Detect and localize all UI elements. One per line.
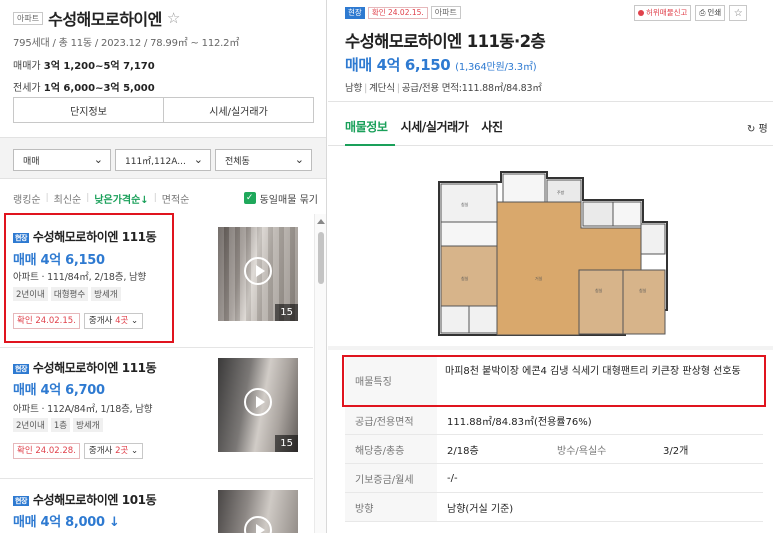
- trade-type-select[interactable]: 매매 ⌄: [13, 149, 111, 171]
- list-item[interactable]: 현장 수성해모로하이엔 101동 매매 4억 8,000 ↓: [0, 479, 313, 533]
- complex-header: 아파트 수성해모로하이엔 ☆ 795세대 / 총 11동 / 2023.12 /…: [13, 6, 318, 94]
- complex-name: 수성해모로하이엔: [48, 10, 162, 29]
- chevron-down-icon: ⌄: [93, 153, 103, 166]
- group-same-listing-toggle[interactable]: ✓ 동일매물 묶기: [243, 191, 318, 206]
- photo-count: 15: [275, 304, 298, 321]
- detail-tabs: 매물정보 시세/실거래가 사진: [345, 118, 503, 135]
- listing-thumbnail[interactable]: 15: [218, 358, 298, 452]
- property-type-tag: 아파트: [430, 6, 461, 19]
- complex-tab-buttons: 단지정보 시세/실거래가: [13, 97, 314, 123]
- tab-listing-info[interactable]: 매물정보: [345, 118, 388, 135]
- play-icon[interactable]: [244, 257, 272, 285]
- tab-market-price[interactable]: 시세/실거래가: [401, 118, 469, 135]
- listing-thumbnail[interactable]: [218, 490, 298, 533]
- scroll-thumb[interactable]: [318, 232, 324, 284]
- scroll-up-icon[interactable]: [317, 219, 325, 224]
- listing-price: 매매 4억 6,700: [13, 383, 105, 398]
- svg-text:침실: 침실: [595, 287, 603, 293]
- complex-summary: 795세대 / 총 11동 / 2023.12 / 78.99㎡ ~ 112.2…: [13, 38, 240, 49]
- svg-text:침실: 침실: [461, 201, 469, 207]
- sort-area[interactable]: 면적순: [162, 191, 190, 206]
- price-down-arrow-icon: ↓: [109, 515, 120, 530]
- highlight-box: [342, 355, 766, 407]
- area-select[interactable]: 111㎡,112A... ⌄: [115, 149, 211, 171]
- svg-text:주방: 주방: [557, 189, 565, 195]
- detail-price: 매매 4억 6,150 (1,364만원/3.3㎡): [345, 56, 537, 74]
- onsite-badge: 현장: [345, 6, 365, 19]
- detail-panel: 현장 확인 24.02.15. 아파트 허위매물신고 ⎙ 인쇄 ☆ 수성해모로하이…: [328, 0, 773, 533]
- listing-title: 수성해모로하이엔 101동: [32, 493, 157, 507]
- chevron-down-icon: ⌄: [294, 153, 304, 166]
- table-row: 공급/전용면적 111.88㎡/84.83㎡(전용률76%): [345, 406, 763, 435]
- complex-info-button[interactable]: 단지정보: [14, 98, 163, 122]
- jeonse-price-range: 전세가 1억 6,000~3억 5,000: [13, 83, 155, 94]
- listing-title: 수성해모로하이엔 111동: [32, 361, 157, 375]
- report-fake-listing-button[interactable]: 허위매물신고: [634, 5, 692, 21]
- table-row: 방향 남향(거실 기준): [345, 493, 763, 522]
- list-item[interactable]: 현장 수성해모로하이엔 111동 매매 4억 6,700 아파트 · 112A/…: [0, 348, 313, 478]
- svg-text:침실: 침실: [639, 287, 647, 293]
- listing-tags: 2년이내 1층 방세개: [13, 418, 103, 432]
- agent-count-dropdown[interactable]: 중개사 2곳 ⌄: [83, 443, 144, 459]
- market-price-button[interactable]: 시세/실거래가: [163, 98, 313, 122]
- tab-photos[interactable]: 사진: [481, 118, 503, 135]
- floor-plan-image[interactable]: 침실 침실 거실 주방 침실 침실: [435, 170, 675, 340]
- filter-bar: 매매 ⌄ 111㎡,112A... ⌄ 전체동 ⌄: [0, 137, 326, 179]
- confirm-date-badge: 확인 24.02.28.: [13, 443, 80, 459]
- list-scrollbar[interactable]: [314, 214, 326, 533]
- sort-latest[interactable]: 최신순: [54, 191, 82, 206]
- play-icon[interactable]: [244, 516, 272, 533]
- play-icon[interactable]: [244, 388, 272, 416]
- complex-type-tag: 아파트: [13, 11, 44, 25]
- print-button[interactable]: ⎙ 인쇄: [695, 5, 726, 21]
- sale-price-range: 매매가 3억 1,200~5억 7,170: [13, 61, 155, 72]
- printer-icon: ⎙: [699, 8, 706, 17]
- listing-panel: 아파트 수성해모로하이엔 ☆ 795세대 / 총 11동 / 2023.12 /…: [0, 0, 327, 533]
- app-root: 아파트 수성해모로하이엔 ☆ 795세대 / 총 11동 / 2023.12 /…: [0, 0, 773, 533]
- detail-meta: 남향 | 계단식 | 공급/전용 면적:111.88㎡/84.83㎡: [345, 83, 542, 94]
- sort-low-price[interactable]: 낮은가격순↓: [94, 191, 148, 206]
- active-tab-indicator: [345, 144, 395, 146]
- listing-thumbnail[interactable]: 15: [218, 227, 298, 321]
- listing-price: 매매 4억 8,000 ↓: [13, 515, 120, 530]
- onsite-badge: 현장: [13, 495, 30, 506]
- svg-text:침실: 침실: [461, 275, 469, 281]
- photo-count: 15: [275, 435, 298, 452]
- detail-title: 수성해모로하이엔 111동·2층: [345, 32, 546, 51]
- table-row: 해당층/총층 2/18층 방수/욕실수 3/2개: [345, 435, 763, 464]
- checkbox-checked-icon: ✓: [243, 192, 256, 204]
- refresh-button[interactable]: ↻ 평: [747, 120, 768, 135]
- chevron-down-icon: ⌄: [193, 153, 203, 166]
- sort-ranking[interactable]: 랭킹순: [13, 191, 41, 206]
- sort-bar: 랭킹순 | 최신순 | 낮은가격순↓ | 면적순 ✓ 동일매물 묶기: [13, 190, 318, 206]
- svg-text:거실: 거실: [535, 275, 543, 281]
- listing-info: 아파트 · 112A/84㎡, 1/18층, 남향: [13, 404, 153, 415]
- onsite-badge: 현장: [13, 363, 30, 374]
- favorite-star-icon[interactable]: ☆: [167, 9, 180, 27]
- siren-icon: [638, 10, 644, 16]
- confirm-date-badge: 확인 24.02.15.: [367, 6, 428, 19]
- table-row: 기보증금/월세 -/-: [345, 464, 763, 493]
- highlight-box: [4, 213, 174, 343]
- dong-select[interactable]: 전체동 ⌄: [215, 149, 312, 171]
- favorite-star-icon[interactable]: ☆: [729, 5, 748, 21]
